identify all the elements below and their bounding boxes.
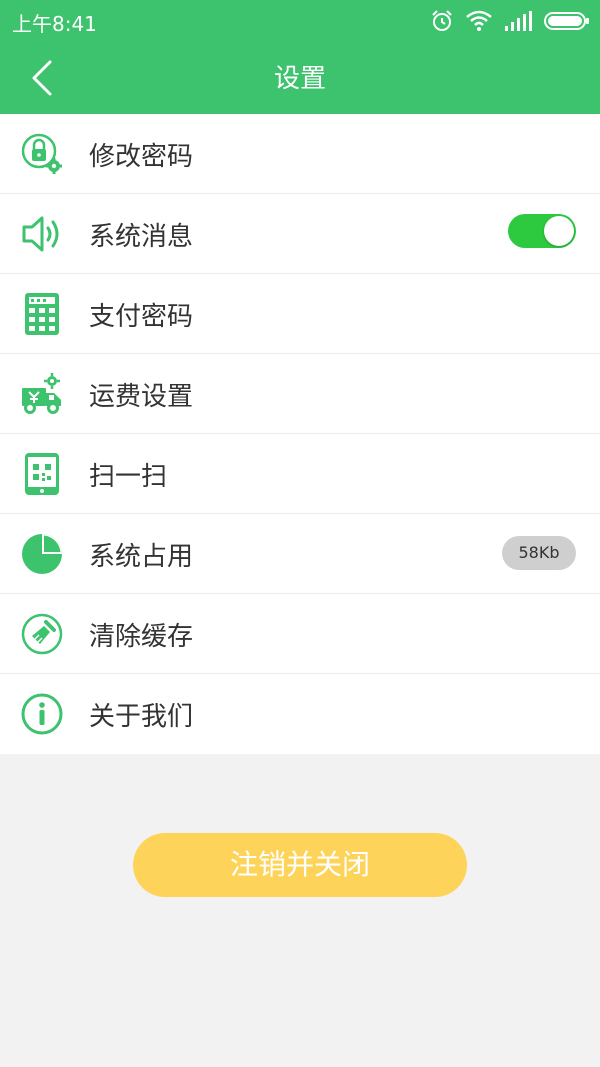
battery-icon — [544, 11, 590, 31]
settings-item-scan[interactable]: 扫一扫 — [0, 434, 600, 514]
settings-item-label: 扫一扫 — [89, 462, 168, 492]
settings-item-change-password[interactable]: 修改密码 — [0, 114, 600, 194]
toggle-knob — [544, 216, 574, 246]
settings-item-payment-password[interactable]: 支付密码 — [0, 274, 600, 354]
navigation-bar: 设置 — [0, 40, 600, 114]
settings-item-label: 清除缓存 — [89, 622, 194, 652]
keypad-icon — [25, 293, 59, 335]
speaker-icon — [22, 216, 59, 252]
settings-item-storage[interactable]: 系统占用 58Kb — [0, 514, 600, 594]
settings-item-label: 系统占用 — [89, 542, 194, 572]
info-icon — [21, 693, 63, 735]
storage-size-badge: 58Kb — [502, 536, 576, 570]
status-time: 上午8:41 — [12, 12, 97, 36]
settings-item-label: 支付密码 — [89, 302, 194, 332]
settings-item-shipping[interactable]: 运费设置 — [0, 354, 600, 434]
settings-item-label: 修改密码 — [89, 142, 194, 172]
signal-icon — [504, 11, 532, 31]
scan-phone-icon — [25, 453, 59, 495]
alarm-icon — [430, 9, 454, 33]
settings-item-label: 运费设置 — [89, 382, 194, 412]
wifi-icon — [466, 10, 492, 32]
page-title: 设置 — [273, 64, 326, 94]
settings-list: 修改密码 系统消息 支付密码 运费设置 扫一扫 系统占用 58Kb 清除缓存 关… — [0, 114, 600, 754]
settings-item-system-messages: 系统消息 — [0, 194, 600, 274]
settings-item-label: 系统消息 — [89, 222, 194, 252]
settings-item-about-us[interactable]: 关于我们 — [0, 674, 600, 754]
settings-item-clear-cache[interactable]: 清除缓存 — [0, 594, 600, 674]
status-icons — [418, 7, 590, 35]
broom-icon — [21, 613, 63, 655]
status-bar: 上午8:41 — [0, 0, 600, 40]
settings-item-label: 关于我们 — [89, 702, 194, 732]
app-header: 上午8:41 设置 — [0, 0, 600, 114]
logout-close-button[interactable]: 注销并关闭 — [133, 833, 467, 897]
delivery-truck-icon — [22, 373, 61, 414]
pie-chart-icon — [22, 534, 62, 574]
lock-settings-icon — [21, 133, 62, 174]
system-messages-toggle[interactable] — [508, 214, 576, 248]
